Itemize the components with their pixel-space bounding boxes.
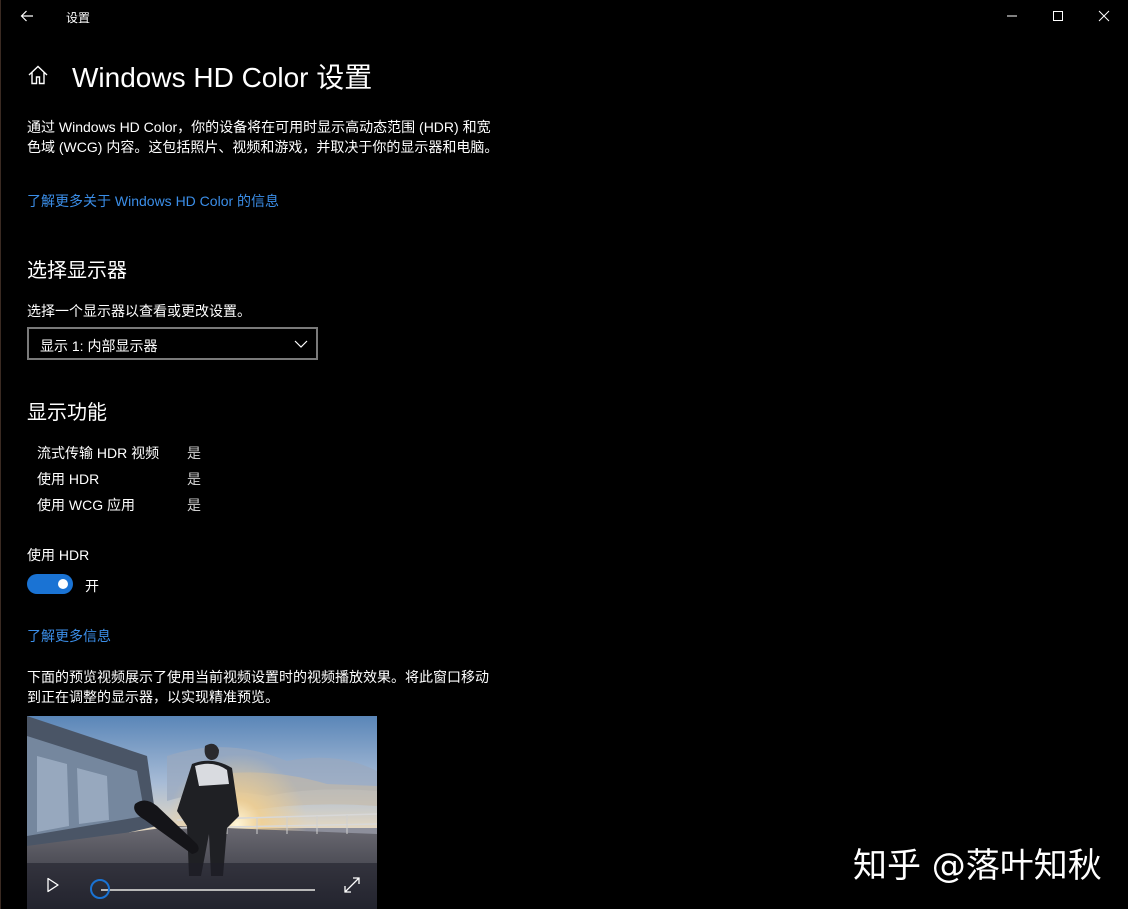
seek-track[interactable] bbox=[101, 889, 315, 891]
fullscreen-icon bbox=[344, 877, 360, 893]
select-display-heading: 选择显示器 bbox=[27, 260, 127, 282]
maximize-icon bbox=[1053, 11, 1063, 21]
page-title: Windows HD Color 设置 bbox=[72, 62, 373, 93]
select-display-label: 选择一个显示器以查看或更改设置。 bbox=[27, 303, 251, 319]
close-button[interactable] bbox=[1081, 0, 1127, 32]
play-button[interactable] bbox=[41, 874, 63, 896]
learn-hd-color-link[interactable]: 了解更多关于 Windows HD Color 的信息 bbox=[27, 191, 279, 211]
toggle-knob bbox=[58, 579, 68, 589]
feature-row: 流式传输 HDR 视频 是 bbox=[37, 443, 237, 463]
feature-value: 是 bbox=[187, 471, 201, 487]
feature-row: 使用 HDR 是 bbox=[37, 469, 237, 489]
feature-name: 使用 HDR bbox=[37, 471, 100, 487]
title-bar: 设置 bbox=[1, 0, 1128, 32]
close-icon bbox=[1098, 10, 1110, 22]
maximize-button[interactable] bbox=[1035, 0, 1081, 32]
minimize-button[interactable] bbox=[989, 0, 1035, 32]
toggle-state-text: 开 bbox=[85, 578, 99, 594]
learn-more-link[interactable]: 了解更多信息 bbox=[27, 626, 111, 646]
back-arrow-icon bbox=[20, 10, 33, 22]
minimize-icon bbox=[1007, 15, 1017, 17]
seek-thumb[interactable] bbox=[90, 879, 110, 899]
home-button[interactable] bbox=[26, 63, 50, 87]
fullscreen-button[interactable] bbox=[342, 875, 362, 895]
watermark-text: 知乎 @落叶知秋 bbox=[853, 846, 1102, 886]
feature-name: 流式传输 HDR 视频 bbox=[37, 445, 160, 461]
intro-description: 通过 Windows HD Color，你的设备将在可用时显示高动态范围 (HD… bbox=[27, 119, 499, 155]
display-features-heading: 显示功能 bbox=[27, 402, 107, 424]
settings-window: 设置 Windows HD Color 设置 通过 Windows HD Col… bbox=[0, 0, 1128, 909]
feature-value: 是 bbox=[187, 445, 201, 461]
display-dropdown[interactable]: 显示 1: 内部显示器 bbox=[27, 327, 318, 360]
play-icon bbox=[47, 877, 59, 893]
use-hdr-toggle[interactable] bbox=[27, 574, 73, 594]
preview-description: 下面的预览视频展示了使用当前视频设置时的视频播放效果。将此窗口移动到正在调整的显… bbox=[27, 669, 489, 705]
use-hdr-label: 使用 HDR bbox=[27, 547, 90, 563]
back-button[interactable] bbox=[11, 2, 43, 30]
feature-value: 是 bbox=[187, 497, 201, 513]
home-icon bbox=[28, 65, 48, 85]
display-dropdown-value: 显示 1: 内部显示器 bbox=[40, 338, 158, 354]
feature-name: 使用 WCG 应用 bbox=[37, 497, 135, 513]
window-title: 设置 bbox=[66, 11, 91, 25]
chevron-down-icon bbox=[294, 340, 308, 348]
preview-video[interactable] bbox=[27, 716, 377, 909]
video-controls bbox=[27, 863, 377, 909]
feature-row: 使用 WCG 应用 是 bbox=[37, 495, 237, 515]
